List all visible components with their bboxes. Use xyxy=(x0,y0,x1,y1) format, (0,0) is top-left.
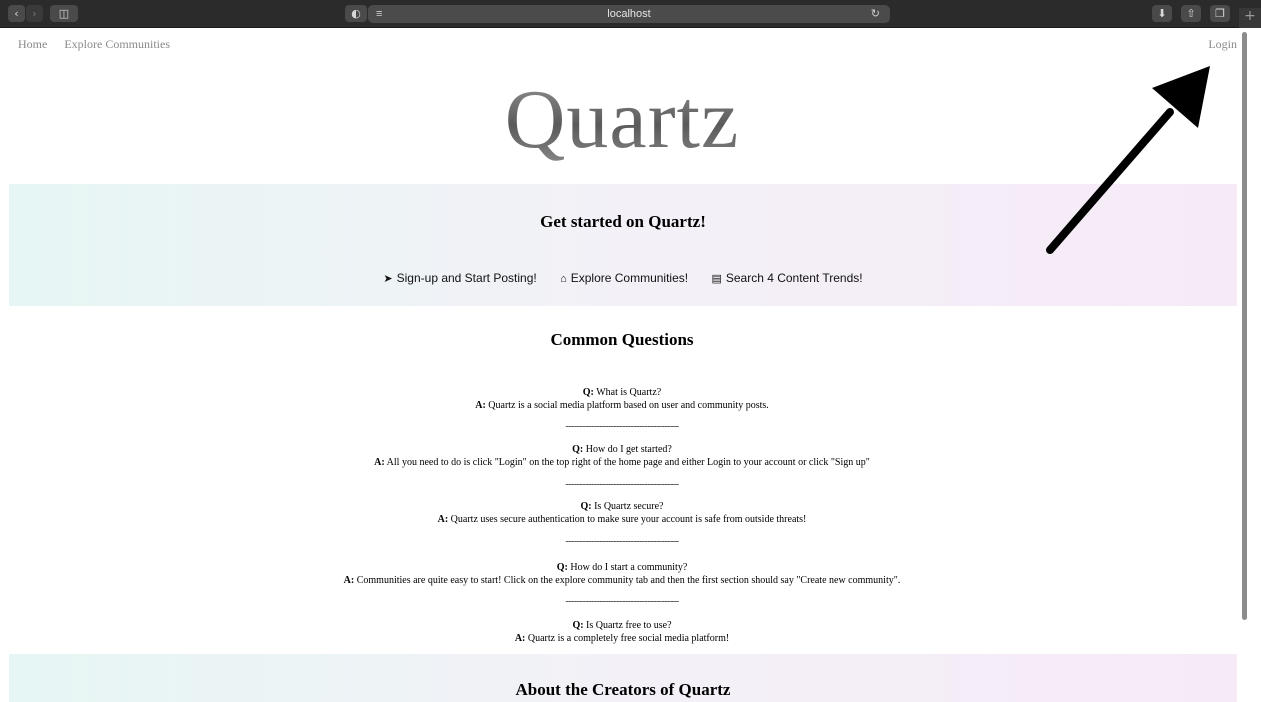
faq-separator: ---------------------------------------- xyxy=(565,421,679,432)
sidebar-button[interactable]: ◫ xyxy=(50,5,78,22)
a-prefix: A: xyxy=(374,457,385,468)
share-button[interactable]: ⇧ xyxy=(1181,5,1201,22)
home-icon: ⌂ xyxy=(560,273,567,285)
q-prefix: Q: xyxy=(580,501,592,512)
address-bar[interactable]: ≡ localhost ↻ xyxy=(368,5,890,23)
faq-question: Is Quartz free to use? xyxy=(586,620,672,631)
signup-link[interactable]: ➤ Sign-up and Start Posting! xyxy=(383,271,536,285)
faq-item: Q: What is Quartz? A: Quartz is a social… xyxy=(0,386,1244,412)
faq-question: What is Quartz? xyxy=(596,387,662,398)
q-prefix: Q: xyxy=(556,562,568,573)
nav-home-link[interactable]: Home xyxy=(18,37,47,51)
chevron-left-icon: ‹ xyxy=(14,7,19,20)
faq-separator: ---------------------------------------- xyxy=(565,536,679,547)
faq-answer: Quartz uses secure authentication to mak… xyxy=(450,514,807,525)
login-link[interactable]: Login xyxy=(1208,37,1237,52)
download-icon: ⬇ xyxy=(1157,7,1167,20)
faq-question: How do I get started? xyxy=(585,444,672,455)
faq-answer: Communities are quite easy to start! Cli… xyxy=(356,575,901,586)
tabs-icon: ❐ xyxy=(1215,7,1225,20)
faq-answer: All you need to do is click "Login" on t… xyxy=(386,457,870,468)
nav-explore-link[interactable]: Explore Communities xyxy=(64,37,170,51)
privacy-button[interactable]: ◐ xyxy=(345,5,367,22)
faq-answer: Quartz is a social media platform based … xyxy=(488,400,769,411)
trends-link[interactable]: ▤ Search 4 Content Trends! xyxy=(711,271,862,285)
a-prefix: A: xyxy=(437,514,449,525)
a-prefix: A: xyxy=(343,575,355,586)
url-text: localhost xyxy=(607,8,651,20)
faq-question: Is Quartz secure? xyxy=(594,501,664,512)
about-title: About the Creators of Quartz xyxy=(515,680,731,699)
trends-link-label: Search 4 Content Trends! xyxy=(725,271,863,285)
tabs-button[interactable]: ❐ xyxy=(1210,5,1230,22)
faq-title: Common Questions xyxy=(550,330,694,349)
new-tab-button[interactable]: + xyxy=(1239,8,1261,28)
faq-item: Q: How do I start a community? A: Commun… xyxy=(0,561,1244,587)
faq-separator: ---------------------------------------- xyxy=(565,479,679,490)
faq-separator: ---------------------------------------- xyxy=(565,596,679,607)
sidebar-icon: ◫ xyxy=(58,7,70,20)
arrow-shaft xyxy=(1046,108,1174,254)
faq-item: Q: How do I get started? A: All you need… xyxy=(0,443,1244,469)
signup-link-label: Sign-up and Start Posting! xyxy=(396,271,537,285)
newspaper-icon: ▤ xyxy=(711,273,722,285)
about-section: About the Creators of Quartz xyxy=(9,654,1237,702)
faq-question: How do I start a community? xyxy=(570,562,688,573)
chevron-right-icon: › xyxy=(32,7,37,20)
get-started-links: ➤ Sign-up and Start Posting! ⌂ Explore Com… xyxy=(9,271,1237,285)
a-prefix: A: xyxy=(475,400,486,411)
download-button[interactable]: ⬇ xyxy=(1152,5,1172,22)
explore-link-label: Explore Communities! xyxy=(570,271,689,285)
reader-icon[interactable]: ≡ xyxy=(376,5,382,23)
forward-button[interactable]: › xyxy=(26,5,43,22)
paper-plane-icon: ➤ xyxy=(383,273,393,285)
share-icon: ⇧ xyxy=(1186,7,1196,20)
explore-link[interactable]: ⌂ Explore Communities! xyxy=(560,271,688,285)
shield-icon: ◐ xyxy=(351,7,361,20)
pointer-arrow-icon xyxy=(1046,66,1210,254)
a-prefix: A: xyxy=(514,633,526,644)
q-prefix: Q: xyxy=(572,620,584,631)
scrollbar-thumb[interactable] xyxy=(1242,32,1247,620)
faq-item: Q: Is Quartz free to use? A: Quartz is a… xyxy=(0,619,1244,645)
browser-toolbar: ‹ › ◫ ◐ ≡ localhost ↻ ⬇ ⇧ ❐ + xyxy=(0,0,1261,28)
site-nav: Home Explore Communities xyxy=(18,37,184,52)
back-button[interactable]: ‹ xyxy=(8,5,25,22)
faq-answer: Quartz is a completely free social media… xyxy=(527,633,730,644)
q-prefix: Q: xyxy=(572,444,584,455)
q-prefix: Q: xyxy=(582,387,594,398)
faq-item: Q: Is Quartz secure? A: Quartz uses secu… xyxy=(0,500,1244,526)
reload-icon[interactable]: ↻ xyxy=(871,5,880,23)
